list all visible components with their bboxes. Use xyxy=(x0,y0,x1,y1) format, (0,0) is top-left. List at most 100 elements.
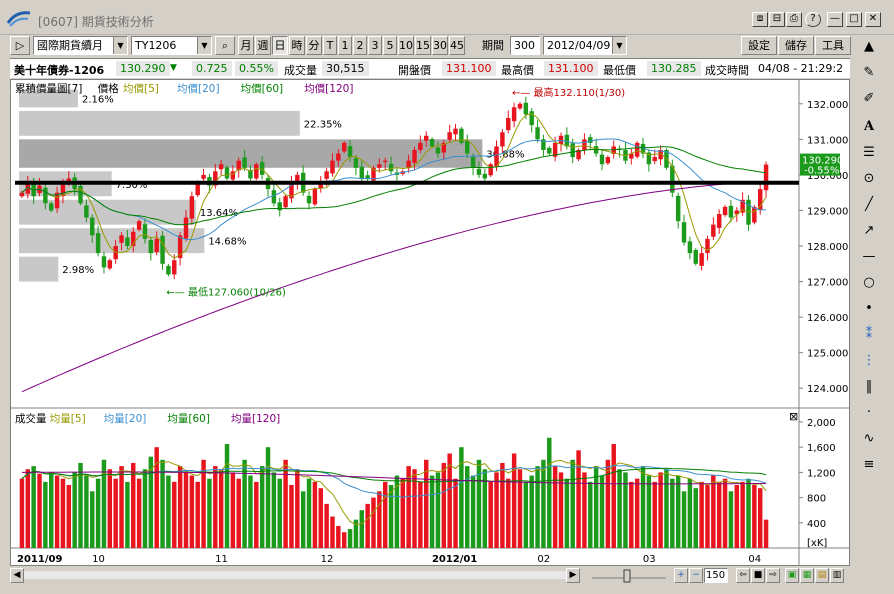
period-button-1[interactable]: 週 xyxy=(255,36,271,55)
volume-bar-26 xyxy=(172,481,177,548)
period-count-input[interactable]: 300 xyxy=(510,36,540,55)
volume-bar-56 xyxy=(347,529,353,548)
minimize-button[interactable]: — xyxy=(827,12,843,27)
pin-point-icon[interactable]: • xyxy=(860,300,878,318)
restore-app-icon[interactable]: ⧈ xyxy=(752,12,768,27)
candle-body-77 xyxy=(470,156,476,168)
brush-icon[interactable]: ✐ xyxy=(860,90,878,108)
volume-bar-32 xyxy=(207,478,212,548)
candle-body-118 xyxy=(711,224,716,237)
candle-body-29 xyxy=(189,196,195,219)
volume-bar-59 xyxy=(365,503,370,548)
channel-icon[interactable]: ≡ xyxy=(860,456,878,474)
price-legend-1: 價格 xyxy=(98,82,119,95)
wave-tool-icon[interactable]: ∿ xyxy=(860,430,878,448)
scroll-right-icon[interactable]: ▶ xyxy=(566,568,580,583)
period-button-3[interactable]: 時 xyxy=(289,36,305,55)
period-button-11[interactable]: 15 xyxy=(415,36,431,55)
fibonacci-icon[interactable]: ⁑ xyxy=(860,326,878,344)
x-label-6: 03 xyxy=(643,554,656,565)
volume-bar-14 xyxy=(101,459,107,548)
dot-tool-icon[interactable]: · xyxy=(860,404,878,422)
candle-body-92 xyxy=(558,135,564,144)
volume-bar-45 xyxy=(283,459,288,548)
v-tick-label-400: 400 xyxy=(807,519,826,530)
candle-body-17 xyxy=(119,235,124,243)
volume-bar-91 xyxy=(552,466,558,548)
volume-bar-11 xyxy=(84,475,89,548)
price-volume-chart[interactable]: 2.16%22.35%36.88%7.30%13.64%14.68%2.98%1… xyxy=(11,80,849,565)
grid-icon[interactable]: ▥ xyxy=(830,568,844,583)
chart-area[interactable]: 2.16% 22.35% 36.88% 7.30% 13.64% 14.68% 2.98% 1… xyxy=(10,79,850,566)
period-button-0[interactable]: 月 xyxy=(238,36,254,55)
market-select[interactable]: 國際期貨續月 ▼ xyxy=(33,36,128,55)
gann-fan-icon[interactable]: ⋮ xyxy=(860,352,878,370)
close-button[interactable]: ✕ xyxy=(865,12,881,27)
stop-icon[interactable]: ■ xyxy=(751,568,765,583)
volume-bar-13 xyxy=(95,478,101,548)
zoom-input[interactable]: 150 xyxy=(704,568,728,583)
candle-body-116 xyxy=(699,253,704,266)
symbol-select[interactable]: TY1206 ▼ xyxy=(131,36,212,55)
panel-close-icon[interactable]: ⊠ xyxy=(789,410,798,423)
trendline-icon[interactable]: ╱ xyxy=(860,196,878,214)
export-icon[interactable]: ▣ xyxy=(785,568,799,583)
period-button-6[interactable]: 1 xyxy=(338,36,352,55)
settings-button[interactable]: 設定 xyxy=(741,36,777,55)
period-button-4[interactable]: 分 xyxy=(306,36,322,55)
h-scroll-track[interactable] xyxy=(24,571,566,579)
period-button-12[interactable]: 30 xyxy=(432,36,448,55)
chevron-down-icon[interactable]: ▼ xyxy=(113,37,127,54)
image-icon[interactable]: ▦ xyxy=(800,568,814,583)
chevron-down-icon[interactable]: ▼ xyxy=(612,37,626,54)
period-button-10[interactable]: 10 xyxy=(398,36,414,55)
drawing-toolbar: ▲ ✎ ✐ A ☰ ⊙ ╱ ↗ — ○ • ⁑ ⋮ ‖ · ∿ ≡ xyxy=(855,36,883,566)
zoom-in-icon[interactable]: + xyxy=(674,568,688,583)
period-button-7[interactable]: 2 xyxy=(353,36,367,55)
candle-body-57 xyxy=(353,158,359,168)
scroll-left-icon[interactable]: ◀ xyxy=(10,568,24,583)
candle-body-15 xyxy=(107,260,113,269)
volume-profile-label-6: 2.98% xyxy=(62,265,94,276)
back-icon[interactable]: ⇦ xyxy=(736,568,750,583)
folder-icon[interactable]: ▤ xyxy=(815,568,829,583)
high-value: 131.100 xyxy=(544,61,598,76)
circle-icon[interactable]: ○ xyxy=(860,274,878,292)
period-button-13[interactable]: 45 xyxy=(449,36,465,55)
candle-body-80 xyxy=(488,164,493,176)
magnet-icon[interactable]: ⊙ xyxy=(860,170,878,188)
candle-body-84 xyxy=(511,107,517,122)
volume-bar-107 xyxy=(646,475,652,548)
date-select[interactable]: 2012/04/09 ▼ xyxy=(543,36,627,55)
horizontal-lines-icon[interactable]: ☰ xyxy=(860,144,878,162)
tools-button[interactable]: 工具 xyxy=(815,36,851,55)
maximize-button[interactable]: □ xyxy=(846,12,862,27)
zoom-slider[interactable] xyxy=(588,568,670,584)
play-button[interactable]: ▷ xyxy=(10,36,30,55)
chevron-down-icon[interactable]: ▼ xyxy=(197,37,211,54)
volume-bar-122 xyxy=(734,485,739,548)
period-button-2[interactable]: 日 xyxy=(272,36,288,55)
print-icon[interactable]: ⎙ xyxy=(786,12,802,27)
volume-bar-108 xyxy=(652,481,657,548)
eraser-icon[interactable]: ✎ xyxy=(860,64,878,82)
candle-body-93 xyxy=(564,134,570,147)
ray-line-icon[interactable]: ↗ xyxy=(860,222,878,240)
pin-icon[interactable]: ⊟ xyxy=(769,12,785,27)
help-icon[interactable]: ? xyxy=(805,12,821,27)
zoom-out-icon[interactable]: − xyxy=(689,568,703,583)
scroll-up-icon[interactable]: ▲ xyxy=(860,38,878,56)
save-button[interactable]: 儲存 xyxy=(778,36,814,55)
vertical-lines-icon[interactable]: ‖ xyxy=(860,378,878,396)
search-button[interactable]: ⌕ xyxy=(215,36,235,55)
period-button-9[interactable]: 5 xyxy=(383,36,397,55)
period-button-8[interactable]: 3 xyxy=(368,36,382,55)
horizontal-line-icon[interactable]: — xyxy=(860,248,878,266)
candle-body-10 xyxy=(78,185,83,204)
text-tool-icon[interactable]: A xyxy=(860,118,878,136)
volume-bar-70 xyxy=(429,475,435,548)
period-button-5[interactable]: T xyxy=(323,36,337,55)
candle-body-68 xyxy=(418,142,423,150)
volume-bar-2 xyxy=(31,466,36,548)
forward-icon[interactable]: ⇨ xyxy=(766,568,780,583)
